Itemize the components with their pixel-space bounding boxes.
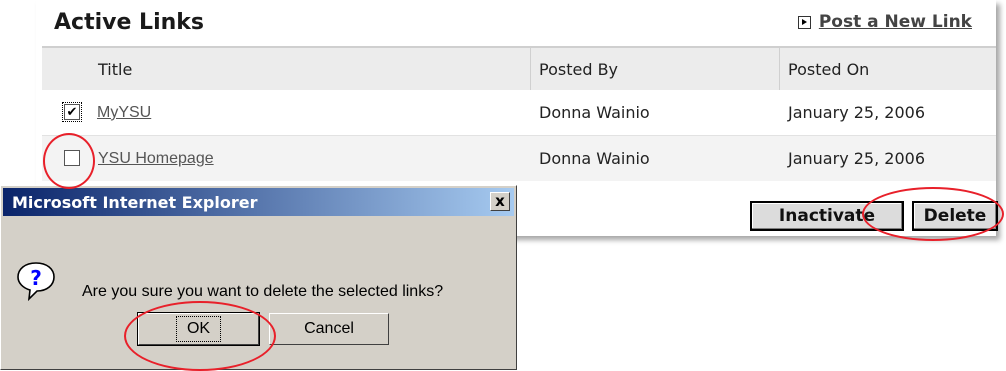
ok-button-label: OK <box>175 316 222 342</box>
table-row: ✔ MyYSU Donna Wainio January 25, 2006 <box>42 90 996 135</box>
question-icon: ? <box>17 262 55 302</box>
ok-button[interactable]: OK <box>137 312 260 346</box>
post-new-link[interactable]: Post a New Link <box>797 12 972 32</box>
column-header-title[interactable]: Title <box>98 48 132 90</box>
delete-button[interactable]: Delete <box>912 201 998 231</box>
confirm-dialog: Microsoft Internet Explorer x ? Are you … <box>0 185 517 370</box>
post-new-link-label[interactable]: Post a New Link <box>819 12 972 32</box>
links-table: Title Posted By Posted On ✔ MyYSU Donna … <box>42 48 996 181</box>
link-title[interactable]: MyYSU <box>97 104 151 122</box>
table-header-row: Title Posted By Posted On <box>42 48 996 90</box>
table-row: YSU Homepage Donna Wainio January 25, 20… <box>42 135 996 181</box>
arrow-right-icon <box>797 15 811 29</box>
posted-on-value: January 25, 2006 <box>788 149 925 168</box>
inactivate-button[interactable]: Inactivate <box>750 201 904 231</box>
column-divider <box>530 48 531 90</box>
panel-title: Active Links <box>54 10 204 35</box>
posted-by-value: Donna Wainio <box>539 103 650 122</box>
posted-by-value: Donna Wainio <box>539 149 650 168</box>
dialog-titlebar[interactable]: Microsoft Internet Explorer x <box>3 188 514 216</box>
dialog-message: Are you sure you want to delete the sele… <box>82 283 444 300</box>
row-checkbox[interactable]: ✔ <box>62 102 82 122</box>
cancel-button[interactable]: Cancel <box>269 313 389 345</box>
column-divider <box>779 48 780 90</box>
column-header-posted-on[interactable]: Posted On <box>788 48 869 90</box>
svg-text:?: ? <box>30 266 42 290</box>
column-header-posted-by[interactable]: Posted By <box>539 48 618 90</box>
posted-on-value: January 25, 2006 <box>788 103 925 122</box>
link-title[interactable]: YSU Homepage <box>98 150 214 168</box>
dialog-title: Microsoft Internet Explorer <box>12 192 258 212</box>
close-icon[interactable]: x <box>490 192 510 211</box>
row-checkbox[interactable] <box>64 150 80 166</box>
